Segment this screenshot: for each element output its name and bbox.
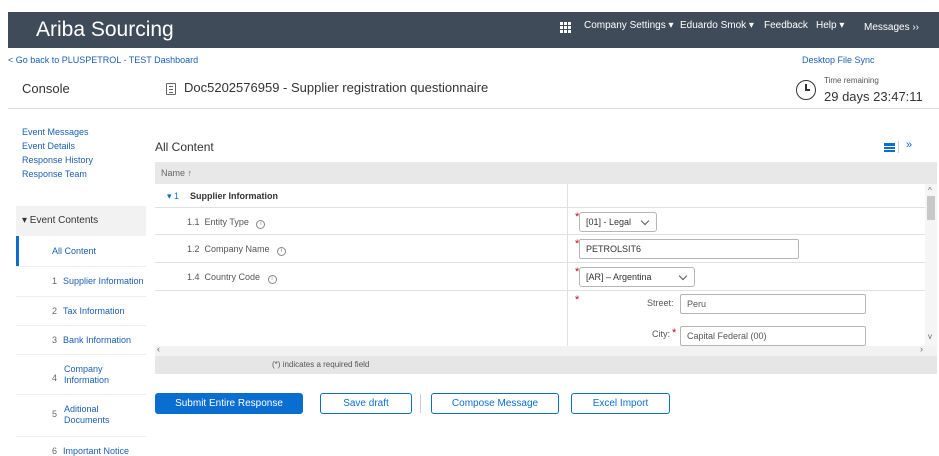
back-to-dashboard-link[interactable]: < Go back to PLUSPETROL - TEST Dashboard [8, 55, 198, 65]
section-row: ▾ 1 Supplier Information [155, 184, 925, 208]
table-row: 1.4 Country Code i * [AR] – Argentina [155, 263, 925, 291]
submit-entire-response-button[interactable]: Submit Entire Response [155, 393, 303, 414]
footer-note-bar: (*) indicates a required field [155, 356, 937, 374]
table-row: 1.1 Entity Type i * [01] - Legal [155, 208, 925, 235]
horizontal-scrollbar[interactable]: ‹ › [155, 344, 937, 356]
street-label: Street: [647, 298, 674, 308]
table-header: Name ↑ [155, 162, 937, 184]
divider [16, 296, 146, 297]
info-icon[interactable]: i [256, 220, 266, 229]
required-marker: * [575, 294, 580, 306]
content-title: All Content [155, 140, 214, 154]
info-icon[interactable]: i [267, 275, 277, 284]
chevron-down-icon [678, 271, 688, 281]
sidebar-link-response-team[interactable]: Response Team [22, 169, 87, 179]
chevron-down-icon [640, 216, 650, 226]
time-remaining-value: 29 days 23:47:11 [824, 89, 923, 104]
excel-import-button[interactable]: Excel Import [571, 393, 670, 414]
cell: 1.2 Company Name i [155, 235, 568, 262]
divider [420, 394, 421, 413]
scroll-left-icon[interactable]: ‹ [157, 344, 160, 354]
save-draft-button[interactable]: Save draft [320, 393, 412, 414]
info-icon[interactable]: i [277, 247, 287, 256]
vertical-scrollbar[interactable]: ^ v [925, 184, 937, 346]
active-indicator [16, 236, 19, 266]
sidebar-link-event-messages[interactable]: Event Messages [22, 127, 89, 137]
apps-grid-icon[interactable] [560, 22, 571, 33]
row-label: 1.4 Country Code i [187, 272, 277, 284]
city-label: City: [652, 329, 670, 339]
scroll-right-icon[interactable]: › [920, 344, 923, 354]
compose-message-button[interactable]: Compose Message [431, 393, 559, 414]
entity-type-select[interactable]: [01] - Legal [579, 212, 657, 232]
street-field[interactable]: Peru [680, 294, 866, 314]
address-row: * Street: Peru City: * Capital Federal (… [155, 291, 925, 347]
country-code-select[interactable]: [AR] – Argentina [579, 267, 695, 287]
table-row: 1.2 Company Name i * PETROLSIT6 [155, 235, 925, 263]
section-label: Supplier Information [190, 191, 279, 201]
company-name-field[interactable]: PETROLSIT6 [579, 239, 799, 259]
cell: 1.1 Entity Type i [155, 208, 568, 234]
scrollbar-thumb[interactable] [927, 196, 935, 220]
page-title: Doc5202576959 - Supplier registration qu… [184, 80, 489, 95]
time-remaining-label: Time remaining [824, 76, 879, 85]
messages-link[interactable]: Messages ›› [864, 22, 919, 33]
help-menu[interactable]: Help ▾ [816, 20, 844, 31]
column-header-name[interactable]: Name ↑ [161, 168, 192, 178]
required-field-note: (*) indicates a required field [272, 360, 370, 369]
brand-title: Ariba Sourcing [36, 18, 174, 41]
user-menu[interactable]: Eduardo Smok ▾ [680, 20, 754, 31]
company-settings-menu[interactable]: Company Settings ▾ [584, 20, 674, 31]
divider [16, 394, 146, 395]
divider [898, 141, 899, 153]
table-view-icon[interactable] [884, 143, 895, 152]
clock-icon [796, 80, 816, 100]
event-contents-header[interactable]: ▾ Event Contents [16, 206, 146, 236]
divider [8, 108, 939, 109]
cell: 1.4 Country Code i [155, 263, 568, 290]
required-marker: * [672, 327, 677, 339]
scroll-down-icon[interactable]: v [928, 332, 932, 341]
divider [16, 436, 146, 437]
sidebar-link-response-history[interactable]: Response History [22, 155, 93, 165]
city-field[interactable]: Capital Federal (00) [680, 326, 866, 346]
collapse-all-icon[interactable]: » [906, 139, 912, 151]
row-label: 1.2 Company Name i [187, 244, 287, 256]
nav-item-important-notice[interactable]: 6 Important Notice [52, 446, 182, 456]
cell [155, 291, 568, 347]
divider [16, 325, 146, 326]
divider [16, 266, 146, 267]
sidebar-link-event-details[interactable]: Event Details [22, 141, 75, 151]
section-toggle[interactable]: ▾ 1 [167, 191, 179, 202]
scroll-up-icon[interactable]: ^ [928, 186, 932, 195]
cell: ▾ 1 Supplier Information [155, 184, 568, 207]
top-navigation-bar: Ariba Sourcing Company Settings ▾ Eduard… [8, 12, 939, 48]
row-label: 1.1 Entity Type i [187, 217, 266, 229]
desktop-file-sync-link[interactable]: Desktop File Sync [802, 55, 875, 65]
event-contents-label: ▾ Event Contents [22, 215, 99, 226]
document-icon [166, 83, 176, 95]
console-heading: Console [22, 81, 70, 96]
divider [16, 354, 146, 355]
feedback-link[interactable]: Feedback [764, 20, 808, 31]
